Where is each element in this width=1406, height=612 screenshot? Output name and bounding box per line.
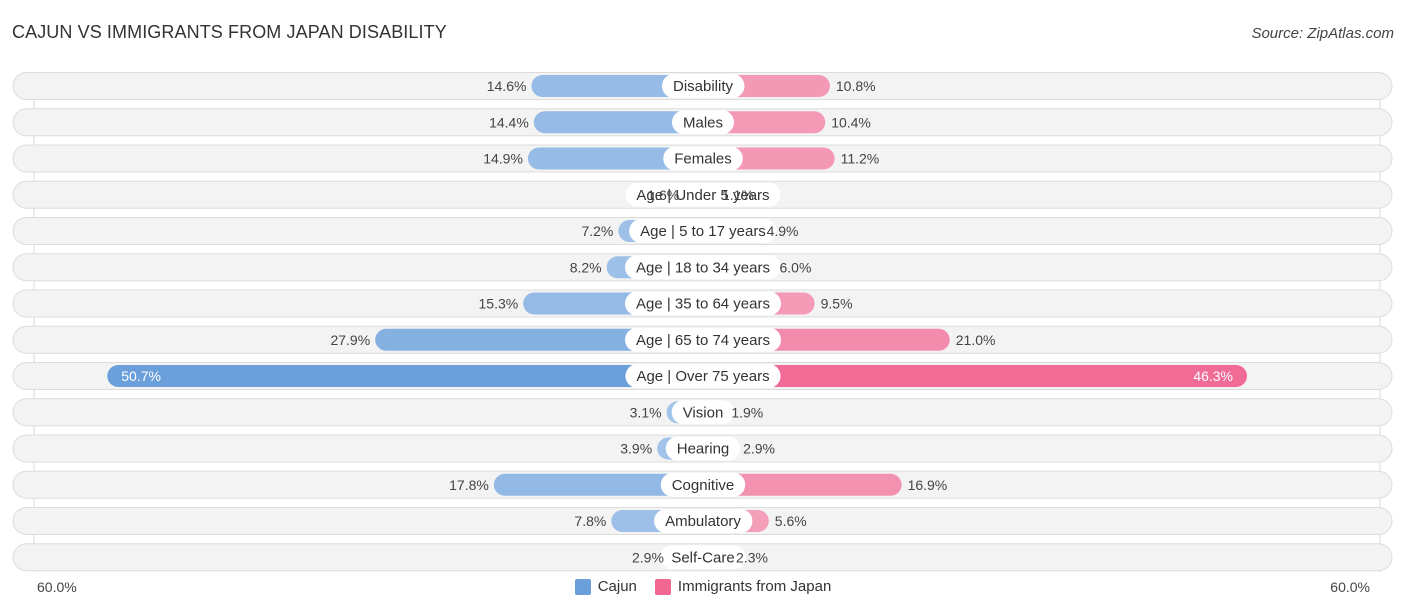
- value-label-cajun: 14.9%: [483, 151, 523, 167]
- value-label-cajun: 27.9%: [330, 332, 370, 348]
- table-row: Self-Care 2.9% 2.3%: [12, 543, 1393, 572]
- table-row: Age | 18 to 34 years 8.2% 6.0%: [12, 253, 1393, 282]
- chart-area: Disability 14.6% 10.8% Males 14.4% 10.4% Femal…: [12, 72, 1393, 572]
- table-row: Age | 5 to 17 years 7.2% 4.9%: [12, 217, 1393, 245]
- table-row: Hearing 3.9% 2.9%: [12, 434, 1393, 463]
- value-label-japan: 21.0%: [956, 332, 996, 348]
- value-label-japan: 10.8%: [836, 78, 876, 94]
- bar-cajun[interactable]: [107, 365, 703, 387]
- table-row: Age | 65 to 74 years 27.9% 21.0%: [12, 325, 1393, 354]
- legend: Cajun Immigrants from Japan: [0, 578, 1406, 595]
- value-label-cajun: 1.6%: [647, 187, 679, 203]
- category-label: Self-Care: [671, 549, 734, 566]
- value-label-japan: 1.1%: [722, 187, 754, 203]
- value-label-japan: 5.6%: [775, 513, 807, 529]
- table-row: Cognitive 17.8% 16.9%: [12, 470, 1393, 499]
- value-label-cajun: 3.1%: [630, 404, 662, 420]
- bar-japan[interactable]: [703, 365, 1248, 387]
- legend-label-cajun: Cajun: [597, 578, 637, 595]
- value-label-cajun: 2.9%: [632, 549, 664, 565]
- value-label-japan: 2.9%: [743, 441, 775, 457]
- legend-swatch-cajun: [574, 578, 591, 595]
- legend-item-japan[interactable]: Immigrants from Japan: [654, 578, 832, 595]
- category-label: Vision: [683, 404, 724, 421]
- value-label-japan: 4.9%: [767, 223, 799, 239]
- table-row: Disability 14.6% 10.8%: [12, 72, 1393, 100]
- category-label: Females: [674, 151, 732, 168]
- value-label-cajun: 7.8%: [574, 513, 606, 529]
- table-row: Males 14.4% 10.4%: [12, 108, 1393, 137]
- table-row: Females 14.9% 11.2%: [12, 144, 1393, 173]
- value-label-japan: 16.9%: [908, 477, 948, 493]
- category-label: Cognitive: [672, 477, 735, 494]
- value-label-japan: 2.3%: [736, 549, 768, 565]
- value-label-cajun: 14.6%: [487, 78, 527, 94]
- table-row: Age | Under 5 years1.6% 1.1%: [12, 180, 1393, 209]
- value-label-cajun: 14.4%: [489, 114, 529, 130]
- category-label: Age | 18 to 34 years: [636, 259, 770, 276]
- category-label: Age | 5 to 17 years: [640, 223, 766, 240]
- category-label: Hearing: [677, 441, 730, 458]
- value-label-cajun: 15.3%: [479, 296, 519, 312]
- value-label-japan: 11.2%: [841, 151, 880, 167]
- value-label-japan: 9.5%: [821, 296, 853, 312]
- category-label: Ambulatory: [665, 513, 741, 530]
- value-label-cajun: 7.2%: [581, 223, 613, 239]
- value-label-japan: 6.0%: [780, 259, 812, 275]
- value-label-cajun: 3.9%: [620, 441, 652, 457]
- table-row: Vision 3.1% 1.9%: [12, 398, 1393, 427]
- table-row: Age | 35 to 64 years 15.3% 9.5%: [12, 289, 1393, 318]
- category-label: Age | 65 to 74 years: [636, 332, 770, 349]
- category-label: Disability: [673, 78, 734, 95]
- table-row: Age | Over 75 years 50.7% 46.3%: [12, 362, 1393, 390]
- legend-swatch-japan: [654, 578, 671, 595]
- value-label-japan: 10.4%: [831, 114, 871, 130]
- value-label-japan: 1.9%: [731, 404, 763, 420]
- value-label-cajun: 50.7%: [121, 368, 161, 384]
- value-label-cajun: 17.8%: [449, 477, 489, 493]
- category-label: Age | Over 75 years: [636, 368, 769, 385]
- legend-item-cajun[interactable]: Cajun: [574, 578, 637, 595]
- table-row: Ambulatory 7.8% 5.6%: [12, 507, 1393, 535]
- category-label: Age | 35 to 64 years: [636, 296, 770, 313]
- legend-label-japan: Immigrants from Japan: [677, 578, 832, 595]
- category-label: Males: [683, 114, 723, 131]
- value-label-japan: 46.3%: [1193, 368, 1233, 384]
- value-label-cajun: 8.2%: [570, 259, 602, 275]
